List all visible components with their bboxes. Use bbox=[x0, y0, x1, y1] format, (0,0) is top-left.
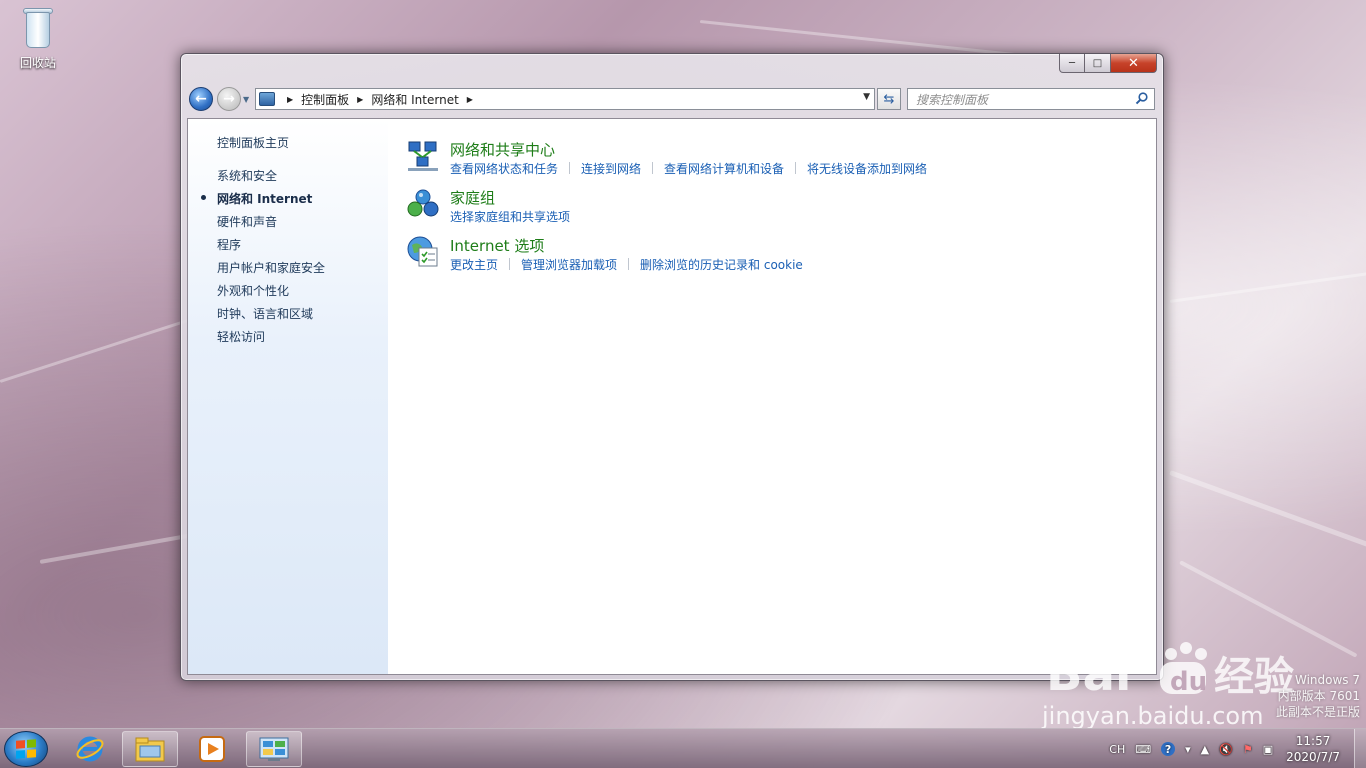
clock-time: 11:57 bbox=[1295, 734, 1331, 748]
sidebar-item-network-internet[interactable]: 网络和 Internet bbox=[217, 190, 312, 207]
view-network-computers-link[interactable]: 查看网络计算机和设备 bbox=[664, 160, 784, 177]
sidebar-item-ease-of-access[interactable]: 轻松访问 bbox=[217, 328, 265, 345]
ime-options-icon[interactable]: ▾ bbox=[1185, 743, 1191, 756]
navigation-bar: ← → ▼ ▶ 控制面板 ▶ 网络和 Internet ▶ ▼ ⇆ 搜索控制面板 bbox=[189, 86, 1155, 112]
sidebar-item-hardware-sound[interactable]: 硬件和声音 bbox=[217, 213, 277, 230]
baidu-jingyan-logo: Bai du 经验 bbox=[1046, 640, 1294, 702]
sidebar-item-programs[interactable]: 程序 bbox=[217, 236, 241, 253]
watermark-os-name: Windows 7 bbox=[1294, 673, 1360, 687]
connect-to-network-link[interactable]: 连接到网络 bbox=[581, 160, 641, 177]
recycle-bin-icon bbox=[20, 6, 56, 50]
back-arrow-icon: ← bbox=[195, 91, 207, 107]
homegroup-link[interactable]: 家庭组 bbox=[450, 187, 495, 208]
show-hidden-icons-icon[interactable]: ▲ bbox=[1201, 743, 1209, 756]
homegroup-icon bbox=[407, 189, 439, 217]
keyboard-icon[interactable]: ⌨ bbox=[1135, 743, 1151, 756]
network-sharing-center-icon bbox=[408, 141, 438, 171]
link-divider bbox=[652, 162, 654, 174]
taskbar-control-panel[interactable] bbox=[246, 731, 302, 767]
svg-text:du: du bbox=[1170, 667, 1207, 697]
search-input[interactable]: 搜索控制面板 bbox=[916, 91, 988, 108]
internet-explorer-icon bbox=[76, 736, 104, 762]
language-indicator[interactable]: CH bbox=[1109, 743, 1125, 756]
link-divider bbox=[569, 162, 571, 174]
media-player-icon bbox=[199, 736, 225, 762]
clock[interactable]: 11:57 2020/7/7 bbox=[1286, 733, 1340, 765]
windows-explorer-icon bbox=[135, 737, 165, 762]
watermark-build: 内部版本 7601 bbox=[1277, 689, 1360, 703]
network-icon[interactable]: ▣ bbox=[1263, 743, 1273, 756]
delete-history-link[interactable]: 删除浏览的历史记录和 cookie bbox=[640, 256, 803, 273]
sidebar-item-user-accounts[interactable]: 用户帐户和家庭安全 bbox=[217, 259, 325, 276]
add-wireless-device-link[interactable]: 将无线设备添加到网络 bbox=[807, 160, 927, 177]
network-sharing-links: 查看网络状态和任务 连接到网络 查看网络计算机和设备 将无线设备添加到网络 bbox=[450, 160, 927, 177]
refresh-icon: ⇆ bbox=[883, 91, 895, 107]
caption-buttons: ─ □ ✕ bbox=[1059, 54, 1157, 73]
link-divider bbox=[795, 162, 797, 174]
taskbar-media-player[interactable] bbox=[184, 731, 240, 767]
forward-arrow-icon: → bbox=[223, 91, 235, 107]
control-panel-icon bbox=[259, 737, 289, 761]
clock-date: 2020/7/7 bbox=[1286, 750, 1340, 764]
windows-start-icon bbox=[16, 739, 36, 759]
address-dropdown-icon[interactable]: ▼ bbox=[863, 92, 870, 102]
sidebar: 控制面板主页 系统和安全 网络和 Internet 硬件和声音 程序 用户帐户和… bbox=[188, 119, 388, 674]
homegroup-sharing-options-link[interactable]: 选择家庭组和共享选项 bbox=[450, 208, 570, 225]
recent-pages-dropdown[interactable]: ▼ bbox=[243, 95, 253, 104]
breadcrumb-network-internet[interactable]: 网络和 Internet bbox=[371, 91, 458, 108]
recycle-bin[interactable]: 回收站 bbox=[12, 6, 64, 71]
windows-watermark: Windows 7 内部版本 7601 此副本不是正版 bbox=[1276, 672, 1360, 720]
taskbar-internet-explorer[interactable] bbox=[62, 731, 118, 767]
baidu-url-watermark: jingyan.baidu.com bbox=[1042, 702, 1264, 730]
minimize-button[interactable]: ─ bbox=[1059, 54, 1085, 73]
baidu-paw-logo-icon: Bai du 经验 bbox=[1046, 642, 1294, 702]
volume-muted-icon[interactable]: 🔇 bbox=[1219, 743, 1233, 756]
recycle-bin-label: 回收站 bbox=[19, 56, 56, 70]
breadcrumb-separator-icon[interactable]: ▶ bbox=[467, 95, 473, 104]
watermark-notice: 此副本不是正版 bbox=[1275, 705, 1360, 719]
control-panel-icon bbox=[259, 92, 275, 106]
control-panel-window: ─ □ ✕ ← → ▼ ▶ 控制面板 ▶ 网络和 Internet ▶ ▼ ⇆ … bbox=[180, 53, 1164, 681]
start-button[interactable] bbox=[4, 731, 48, 767]
search-icon[interactable] bbox=[1135, 92, 1148, 105]
taskbar: CH ⌨ ? ▾ ▲ 🔇 ⚑ ▣ 11:57 2020/7/7 bbox=[0, 728, 1366, 768]
taskbar-windows-explorer[interactable] bbox=[122, 731, 178, 767]
sidebar-item-clock-region[interactable]: 时钟、语言和区域 bbox=[217, 305, 313, 322]
sidebar-item-home[interactable]: 控制面板主页 bbox=[217, 134, 289, 151]
manage-addons-link[interactable]: 管理浏览器加载项 bbox=[521, 256, 617, 273]
svg-text:Bai: Bai bbox=[1046, 646, 1131, 698]
active-bullet-icon bbox=[201, 195, 206, 200]
refresh-button[interactable]: ⇆ bbox=[877, 88, 901, 110]
breadcrumb-separator-icon[interactable]: ▶ bbox=[287, 95, 293, 104]
change-homepage-link[interactable]: 更改主页 bbox=[450, 256, 498, 273]
link-divider bbox=[628, 258, 630, 270]
link-divider bbox=[509, 258, 511, 270]
view-network-status-link[interactable]: 查看网络状态和任务 bbox=[450, 160, 558, 177]
internet-options-icon bbox=[407, 236, 438, 267]
system-tray: CH ⌨ ? ▾ ▲ 🔇 ⚑ ▣ 11:57 2020/7/7 bbox=[1104, 729, 1366, 768]
maximize-button[interactable]: □ bbox=[1085, 54, 1111, 73]
breadcrumb-control-panel[interactable]: 控制面板 bbox=[301, 91, 349, 108]
help-icon[interactable]: ? bbox=[1161, 742, 1176, 756]
internet-options-link[interactable]: Internet 选项 bbox=[450, 235, 544, 256]
homegroup-links: 选择家庭组和共享选项 bbox=[450, 208, 570, 225]
address-bar[interactable]: ▶ 控制面板 ▶ 网络和 Internet ▶ ▼ bbox=[255, 88, 875, 110]
sidebar-item-appearance[interactable]: 外观和个性化 bbox=[217, 282, 289, 299]
sidebar-item-system-security[interactable]: 系统和安全 bbox=[217, 167, 277, 184]
internet-options-links: 更改主页 管理浏览器加载项 删除浏览的历史记录和 cookie bbox=[450, 256, 803, 273]
show-desktop-button[interactable] bbox=[1354, 729, 1366, 768]
action-center-flag-icon[interactable]: ⚑ bbox=[1243, 743, 1253, 756]
close-button[interactable]: ✕ bbox=[1111, 54, 1157, 73]
breadcrumb-separator-icon[interactable]: ▶ bbox=[357, 95, 363, 104]
forward-button[interactable]: → bbox=[217, 87, 241, 111]
back-button[interactable]: ← bbox=[189, 87, 213, 111]
client-area: 控制面板主页 系统和安全 网络和 Internet 硬件和声音 程序 用户帐户和… bbox=[187, 118, 1157, 675]
search-box[interactable]: 搜索控制面板 bbox=[907, 88, 1155, 110]
network-sharing-center-link[interactable]: 网络和共享中心 bbox=[450, 139, 555, 160]
